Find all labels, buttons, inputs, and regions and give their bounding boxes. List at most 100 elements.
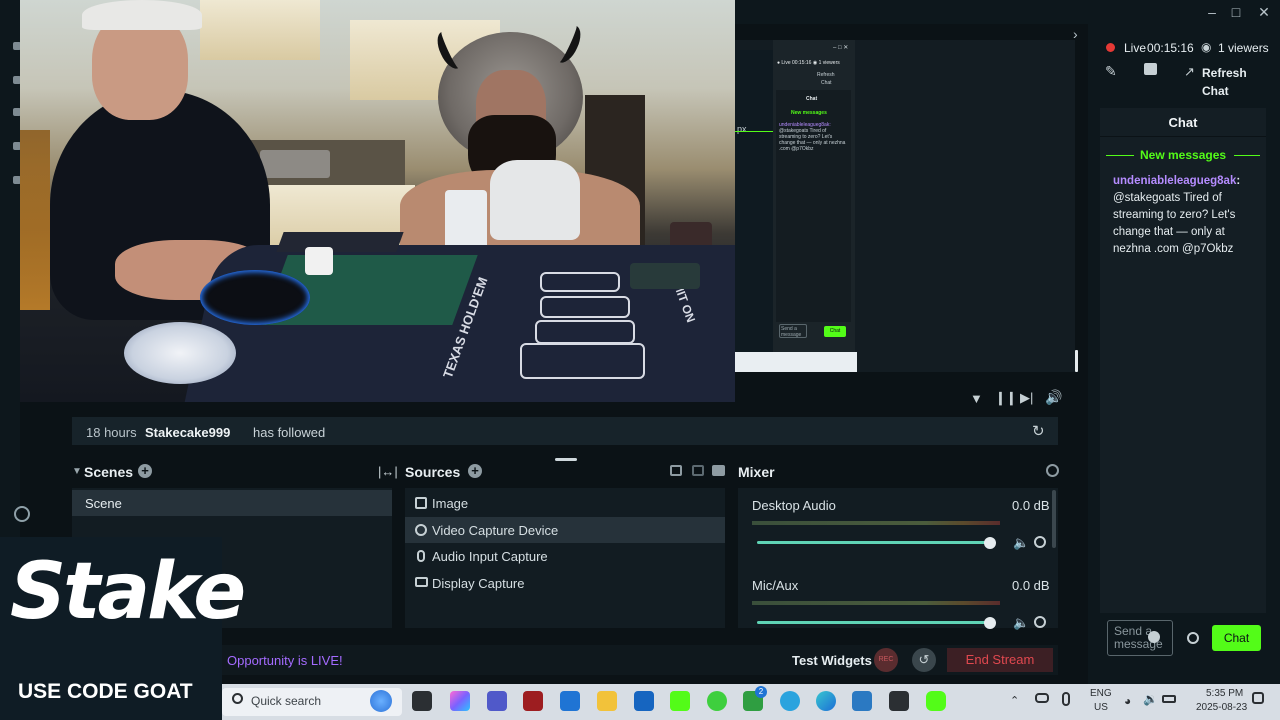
- source-item-audio-input[interactable]: Audio Input Capture: [405, 543, 725, 569]
- wifi-icon[interactable]: ◕: [1124, 694, 1131, 708]
- preview-chat-title: Chat: [806, 96, 818, 102]
- refresh-chat-button[interactable]: Refresh: [1202, 66, 1247, 80]
- chat-message-user[interactable]: undeniableleagueg8ak: [1113, 175, 1236, 187]
- chat-input[interactable]: Send a message: [1107, 620, 1173, 656]
- volume-slider[interactable]: [757, 621, 995, 624]
- maximize-icon[interactable]: □: [1222, 0, 1250, 24]
- end-stream-button[interactable]: End Stream: [947, 648, 1053, 672]
- stake-app-icon[interactable]: [889, 691, 909, 711]
- source-item-label: Video Capture Device: [432, 523, 559, 538]
- table-box: [540, 272, 620, 292]
- webcam-icon: [415, 524, 427, 536]
- close-icon[interactable]: ✕: [1250, 0, 1278, 24]
- chat-title: Chat: [1168, 115, 1198, 130]
- speaker-icon[interactable]: 🔈: [1013, 535, 1029, 551]
- search-icon: [232, 693, 243, 704]
- source-item-image[interactable]: Image: [405, 490, 725, 516]
- volume-icon[interactable]: 🔊: [1045, 389, 1062, 406]
- language-line1[interactable]: ENG: [1090, 688, 1112, 699]
- replay-buffer-icon[interactable]: ↺: [912, 648, 936, 672]
- add-source-icon[interactable]: +: [468, 464, 482, 478]
- task-view-icon[interactable]: [412, 691, 432, 711]
- chevron-up-icon[interactable]: ⌃: [1010, 694, 1019, 707]
- cloud-icon[interactable]: [1035, 693, 1049, 703]
- preview-taskbar: [735, 352, 857, 372]
- keyboard: [276, 232, 404, 252]
- live-label: Live: [1124, 41, 1147, 55]
- stream-preview: px – □ ✕ ● Live 00:15:16 ◉ 1 viewers Ref…: [735, 40, 1075, 372]
- preview-scrollbar[interactable]: [1075, 350, 1078, 372]
- battery-icon[interactable]: [1162, 695, 1176, 703]
- mixer-settings-icon[interactable]: [1046, 464, 1059, 477]
- resize-handle[interactable]: [555, 458, 577, 461]
- volume-tray-icon[interactable]: 🔉: [1143, 692, 1158, 706]
- pause-icon[interactable]: ❙❙: [995, 390, 1017, 406]
- event-user[interactable]: Stakecake999: [145, 425, 230, 440]
- camera-icon[interactable]: [1144, 63, 1157, 75]
- collapse-icon[interactable]: ▼: [72, 466, 82, 477]
- media-icon[interactable]: [707, 691, 727, 711]
- person-right-tanktop: [490, 160, 580, 240]
- chat-message: undeniableleagueg8ak: @stakegoats Tired …: [1113, 175, 1241, 255]
- refresh-chat-button-line2[interactable]: Chat: [1202, 84, 1229, 98]
- test-widgets-button[interactable]: Test Widgets: [792, 653, 872, 668]
- emoji-icon[interactable]: [1148, 631, 1160, 643]
- preview-viewers: 1 viewers: [818, 60, 840, 66]
- source-item-display-capture[interactable]: Display Capture: [405, 570, 725, 596]
- edit-icon[interactable]: ✎: [1105, 63, 1117, 80]
- streaming-app-icon[interactable]: [926, 691, 946, 711]
- preview-left-strip: [735, 50, 775, 372]
- clock-date[interactable]: 2025-08-23: [1196, 702, 1247, 713]
- image-icon: [415, 497, 427, 509]
- announcement-text[interactable]: Opportunity is LIVE!: [227, 653, 343, 668]
- filter-icon[interactable]: ▼: [970, 391, 983, 406]
- bottom-status-bar: Opportunity is LIVE! Test Widgets REC ↺ …: [222, 645, 1058, 675]
- source-type-icon[interactable]: [692, 465, 704, 476]
- app-icon[interactable]: [523, 691, 543, 711]
- edge-icon[interactable]: [816, 691, 836, 711]
- viewers-icon: ◉: [1201, 40, 1212, 54]
- mixer-scrollbar[interactable]: [1052, 490, 1056, 548]
- kick-icon[interactable]: [670, 691, 690, 711]
- scene-item[interactable]: Scene: [72, 490, 392, 516]
- app-icon[interactable]: [852, 691, 872, 711]
- replay-icon[interactable]: ↻: [1032, 422, 1045, 440]
- file-explorer-icon[interactable]: [597, 691, 617, 711]
- notifications-icon[interactable]: [1252, 692, 1264, 704]
- folder-icon[interactable]: [712, 465, 725, 476]
- chat-settings-icon[interactable]: [1187, 632, 1199, 644]
- preview-send: Chat: [824, 326, 846, 337]
- settings-icon[interactable]: [14, 506, 30, 522]
- scenes-title: Scenes: [84, 464, 134, 480]
- store-icon[interactable]: [634, 691, 654, 711]
- mic-tray-icon[interactable]: [1062, 692, 1070, 706]
- transition-icon[interactable]: |↔|: [378, 464, 398, 479]
- preview-input: Send a message: [779, 324, 807, 338]
- language-line2[interactable]: US: [1094, 702, 1108, 713]
- teams-icon[interactable]: [487, 691, 507, 711]
- beer-bottle: [20, 130, 50, 310]
- copilot-app-icon[interactable]: [450, 691, 470, 711]
- mixer-channel-level: 0.0 dB: [1012, 578, 1050, 593]
- live-status: Live00:15:16: [1124, 41, 1194, 55]
- copilot-icon[interactable]: [370, 690, 392, 712]
- notification-badge: 2: [755, 686, 767, 698]
- source-item-video-capture[interactable]: Video Capture Device: [405, 517, 725, 543]
- channel-settings-icon[interactable]: [1034, 536, 1046, 548]
- preview-px-label: px: [737, 124, 747, 134]
- mixer-title: Mixer: [738, 464, 775, 480]
- clock-time[interactable]: 5:35 PM: [1206, 688, 1243, 699]
- popout-icon[interactable]: ↗: [1184, 64, 1195, 80]
- rec-button[interactable]: REC: [874, 648, 898, 672]
- chat-send-button[interactable]: Chat: [1212, 625, 1261, 651]
- mail-icon[interactable]: [560, 691, 580, 711]
- add-scene-icon[interactable]: +: [138, 464, 152, 478]
- toaster-oven: [260, 150, 330, 178]
- skip-icon[interactable]: ▶|: [1020, 390, 1033, 406]
- telegram-icon[interactable]: [780, 691, 800, 711]
- channel-settings-icon[interactable]: [1034, 616, 1046, 628]
- volume-slider[interactable]: [757, 541, 995, 544]
- event-time: 18 hours: [86, 425, 137, 440]
- speaker-icon[interactable]: 🔈: [1013, 615, 1029, 631]
- source-type-icon[interactable]: [670, 465, 682, 476]
